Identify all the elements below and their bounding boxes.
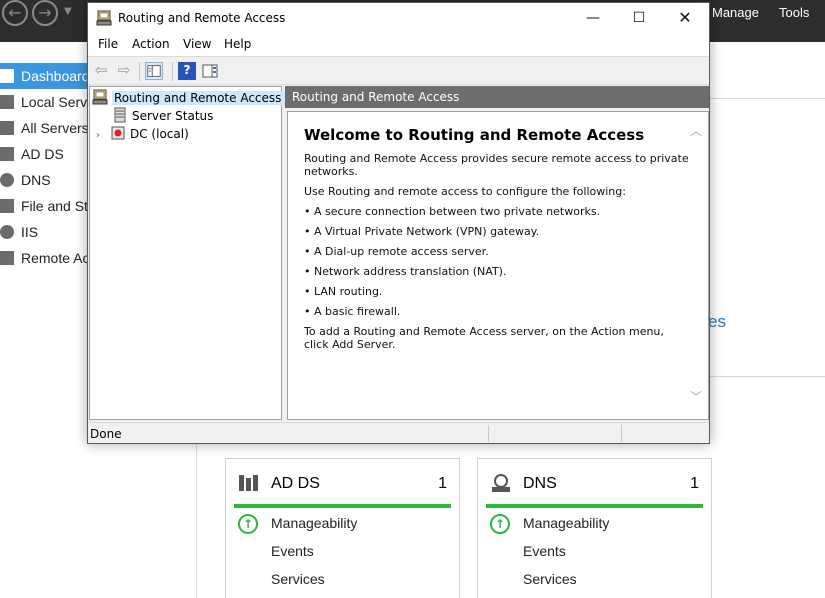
tile-count: 1 xyxy=(690,475,699,492)
status-text: Done xyxy=(90,427,122,441)
help-icon[interactable]: ? xyxy=(178,62,196,80)
welcome-bullet: • A basic firewall. xyxy=(304,305,401,318)
back-arrow-icon[interactable]: ⇦ xyxy=(92,62,110,80)
welcome-bullet: • LAN routing. xyxy=(304,285,383,298)
tile-dns[interactable]: DNS 1 ↑ Manageability Events Services xyxy=(477,458,712,598)
section-divider xyxy=(710,98,825,99)
sidebar-item-label: AD DS xyxy=(21,146,64,162)
tile-ad-ds[interactable]: AD DS 1 ↑ Manageability Events Services xyxy=(225,458,460,598)
toolbar-separator xyxy=(172,62,173,81)
menu-view[interactable]: View xyxy=(183,37,211,51)
tree-node-server-status[interactable]: Server Status xyxy=(112,107,213,125)
tools-menu[interactable]: Tools xyxy=(779,5,809,20)
sidebar-item-label: IIS xyxy=(21,224,39,240)
forward-arrow-icon[interactable]: ⇨ xyxy=(115,62,133,80)
tile-row-events[interactable]: Events xyxy=(271,543,314,559)
section-divider xyxy=(710,376,825,377)
welcome-bullet: • A Dial-up remote access server. xyxy=(304,245,489,258)
dashboard-link[interactable]: es xyxy=(708,312,726,332)
rras-node-icon xyxy=(92,89,108,105)
tile-count: 1 xyxy=(438,475,447,492)
nav-dropdown-icon[interactable]: ▼ xyxy=(64,6,72,17)
maximize-button[interactable]: ☐ xyxy=(616,3,662,33)
tile-status-bar xyxy=(486,504,703,508)
back-arrow-icon[interactable]: ← xyxy=(2,0,28,26)
sidebar-item-label: Dashboard xyxy=(21,68,90,84)
result-pane: Routing and Remote Access Welcome to Rou… xyxy=(285,86,709,420)
show-hide-console-tree-icon[interactable] xyxy=(145,62,163,80)
remote-access-icon xyxy=(0,251,14,265)
up-arrow-icon: ↑ xyxy=(490,514,510,534)
sidebar-item-label: DNS xyxy=(21,172,51,188)
tree-node-root[interactable]: Routing and Remote Access xyxy=(92,89,286,107)
welcome-panel: Welcome to Routing and Remote Access Rou… xyxy=(287,111,709,420)
tile-row-services[interactable]: Services xyxy=(271,571,325,587)
dashboard-icon xyxy=(0,69,14,83)
scroll-down-icon[interactable]: ﹀ xyxy=(690,388,702,405)
welcome-intro: Routing and Remote Access provides secur… xyxy=(304,152,689,178)
window-title: Routing and Remote Access xyxy=(118,11,286,25)
toolbar: ⇦ ⇨ ? xyxy=(88,56,709,85)
sidebar-item-label: All Servers xyxy=(21,120,89,136)
scroll-up-icon[interactable]: ︿ xyxy=(690,122,702,139)
tile-title: DNS xyxy=(523,475,557,492)
console-tree: Routing and Remote Access Server Status … xyxy=(89,86,286,420)
tile-status-bar xyxy=(234,504,451,508)
menu-bar: File Action View Help xyxy=(88,33,709,56)
menu-help[interactable]: Help xyxy=(224,37,251,51)
server-status-icon xyxy=(114,107,126,123)
welcome-use-text: Use Routing and remote access to configu… xyxy=(304,185,626,198)
dns-icon xyxy=(0,173,14,187)
tile-row-events[interactable]: Events xyxy=(523,543,566,559)
status-bar: Done xyxy=(88,422,709,443)
status-divider xyxy=(488,425,489,442)
welcome-bullet: • A Virtual Private Network (VPN) gatewa… xyxy=(304,225,540,238)
welcome-outro: To add a Routing and Remote Access serve… xyxy=(304,325,664,351)
ad-ds-icon xyxy=(239,475,258,491)
minimize-button[interactable]: — xyxy=(570,3,616,33)
dns-icon xyxy=(492,474,510,492)
menu-file[interactable]: File xyxy=(98,37,118,51)
tree-node-label: DC (local) xyxy=(130,127,189,141)
tile-row-manageability[interactable]: Manageability xyxy=(271,515,357,531)
tree-node-label: Server Status xyxy=(132,109,214,123)
tile-row-manageability[interactable]: Manageability xyxy=(523,515,609,531)
toolbar-separator xyxy=(139,62,140,81)
tree-node-dc-local[interactable]: › DC (local) xyxy=(96,125,189,143)
ad-ds-icon xyxy=(0,147,14,161)
status-divider xyxy=(621,425,622,442)
forward-arrow-icon[interactable]: → xyxy=(32,0,58,26)
welcome-title: Welcome to Routing and Remote Access xyxy=(304,126,645,144)
server-stopped-icon xyxy=(111,126,125,140)
tile-title: AD DS xyxy=(271,475,320,492)
welcome-bullet: • A secure connection between two privat… xyxy=(304,205,601,218)
manage-menu[interactable]: Manage xyxy=(712,5,759,20)
welcome-bullet: • Network address translation (NAT). xyxy=(304,265,507,278)
tile-row-services[interactable]: Services xyxy=(523,571,577,587)
title-bar[interactable]: Routing and Remote Access — ☐ ✕ xyxy=(88,3,709,33)
rras-window: Routing and Remote Access — ☐ ✕ File Act… xyxy=(87,2,710,444)
result-pane-header: Routing and Remote Access xyxy=(285,86,709,108)
menu-action[interactable]: Action xyxy=(132,37,170,51)
close-button[interactable]: ✕ xyxy=(662,3,708,33)
expand-chevron-icon[interactable]: › xyxy=(96,127,106,145)
show-hide-action-pane-icon[interactable] xyxy=(201,62,219,80)
rras-app-icon xyxy=(96,10,112,26)
up-arrow-icon: ↑ xyxy=(238,514,258,534)
server-icon xyxy=(0,95,14,109)
file-storage-icon xyxy=(0,199,14,213)
tree-node-label: Routing and Remote Access xyxy=(112,91,286,105)
servers-icon xyxy=(0,121,14,135)
iis-icon xyxy=(0,225,14,239)
